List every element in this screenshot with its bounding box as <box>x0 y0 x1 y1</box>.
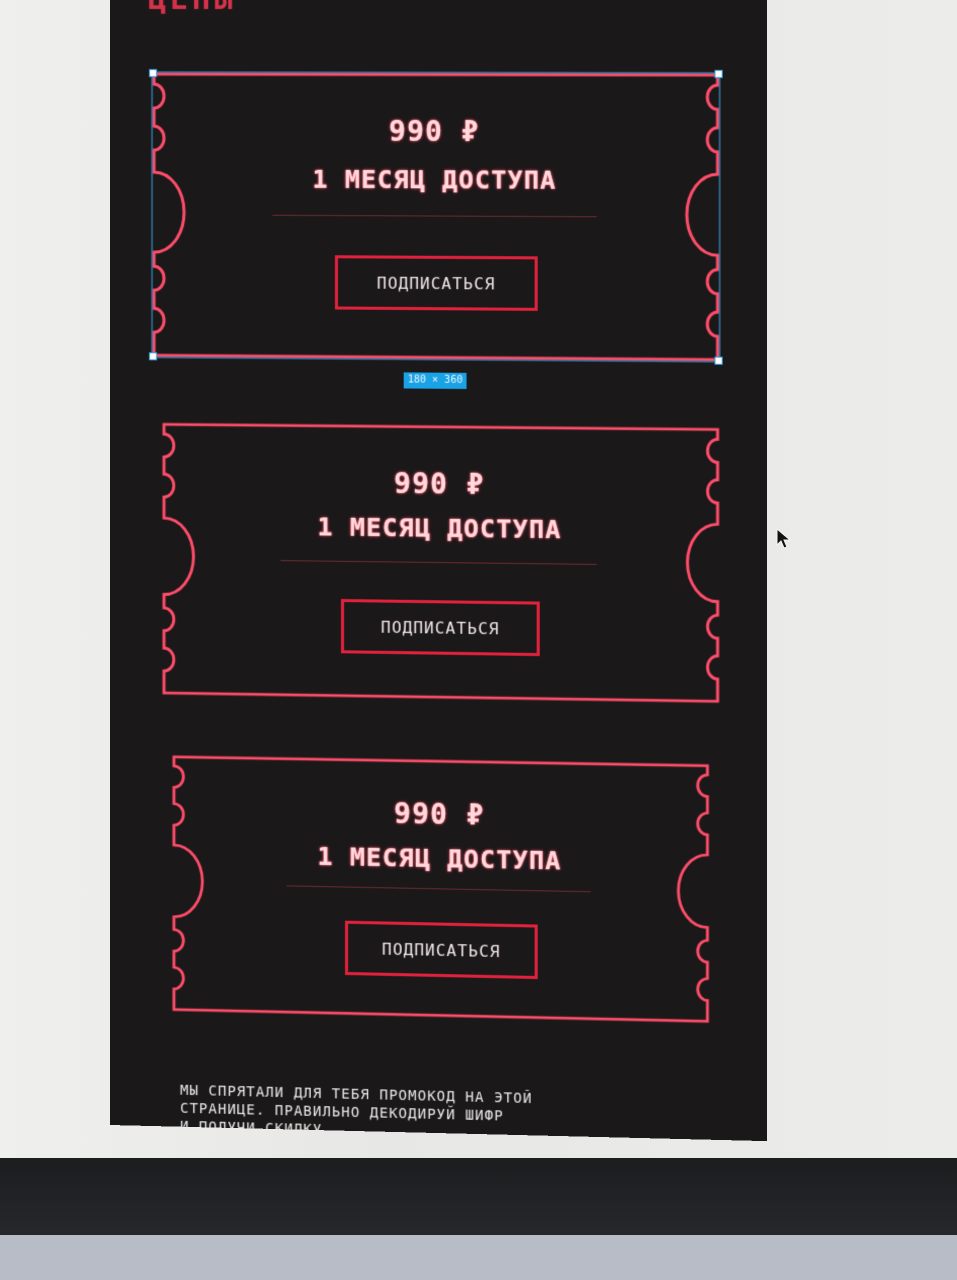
subscribe-button[interactable]: ПОДПИСАТЬСЯ <box>341 599 540 657</box>
selection-size-badge: 180 × 360 <box>403 372 467 390</box>
mouse-cursor-icon <box>776 528 792 549</box>
pricing-card-1[interactable]: 990 ₽ 1 МЕСЯЦ ДОСТУПА ПОДПИСАТЬСЯ <box>152 72 720 362</box>
subscribe-button[interactable]: ПОДПИСАТЬСЯ <box>334 255 538 311</box>
monitor-logo <box>380 1195 500 1213</box>
price: 990 ₽ <box>388 114 480 149</box>
subscribe-button[interactable]: ПОДПИСАТЬСЯ <box>345 920 538 980</box>
promo-hint-text: МЫ СПРЯТАЛИ ДЛЯ ТЕБЯ ПРОМОКОД НА ЭТОЙ СТ… <box>180 1082 533 1139</box>
selection-handle-br[interactable] <box>714 356 723 365</box>
price: 990 ₽ <box>393 466 485 502</box>
pricing-card-2[interactable]: 990 ₽ 1 МЕСЯЦ ДОСТУПА ПОДПИСАТЬСЯ <box>162 422 720 703</box>
selection-handle-tr[interactable] <box>714 69 723 79</box>
pricing-card-3[interactable]: 990 ₽ 1 МЕСЯЦ ДОСТУПА ПОДПИСАТЬСЯ <box>172 755 709 1023</box>
page-canvas: ЦЕНЫ 990 ₽ 1 МЕСЯЦ ДОСТУПА ПОДПИСАТЬСЯ 1… <box>110 0 767 1142</box>
selection-handle-tl[interactable] <box>149 69 158 78</box>
desk-surface <box>0 1235 957 1280</box>
period-label: 1 МЕСЯЦ ДОСТУПА <box>312 164 557 195</box>
selection-handle-bl[interactable] <box>149 352 158 361</box>
photo-stage: ЦЕНЫ 990 ₽ 1 МЕСЯЦ ДОСТУПА ПОДПИСАТЬСЯ 1… <box>0 0 957 1280</box>
section-title: ЦЕНЫ <box>148 0 237 17</box>
